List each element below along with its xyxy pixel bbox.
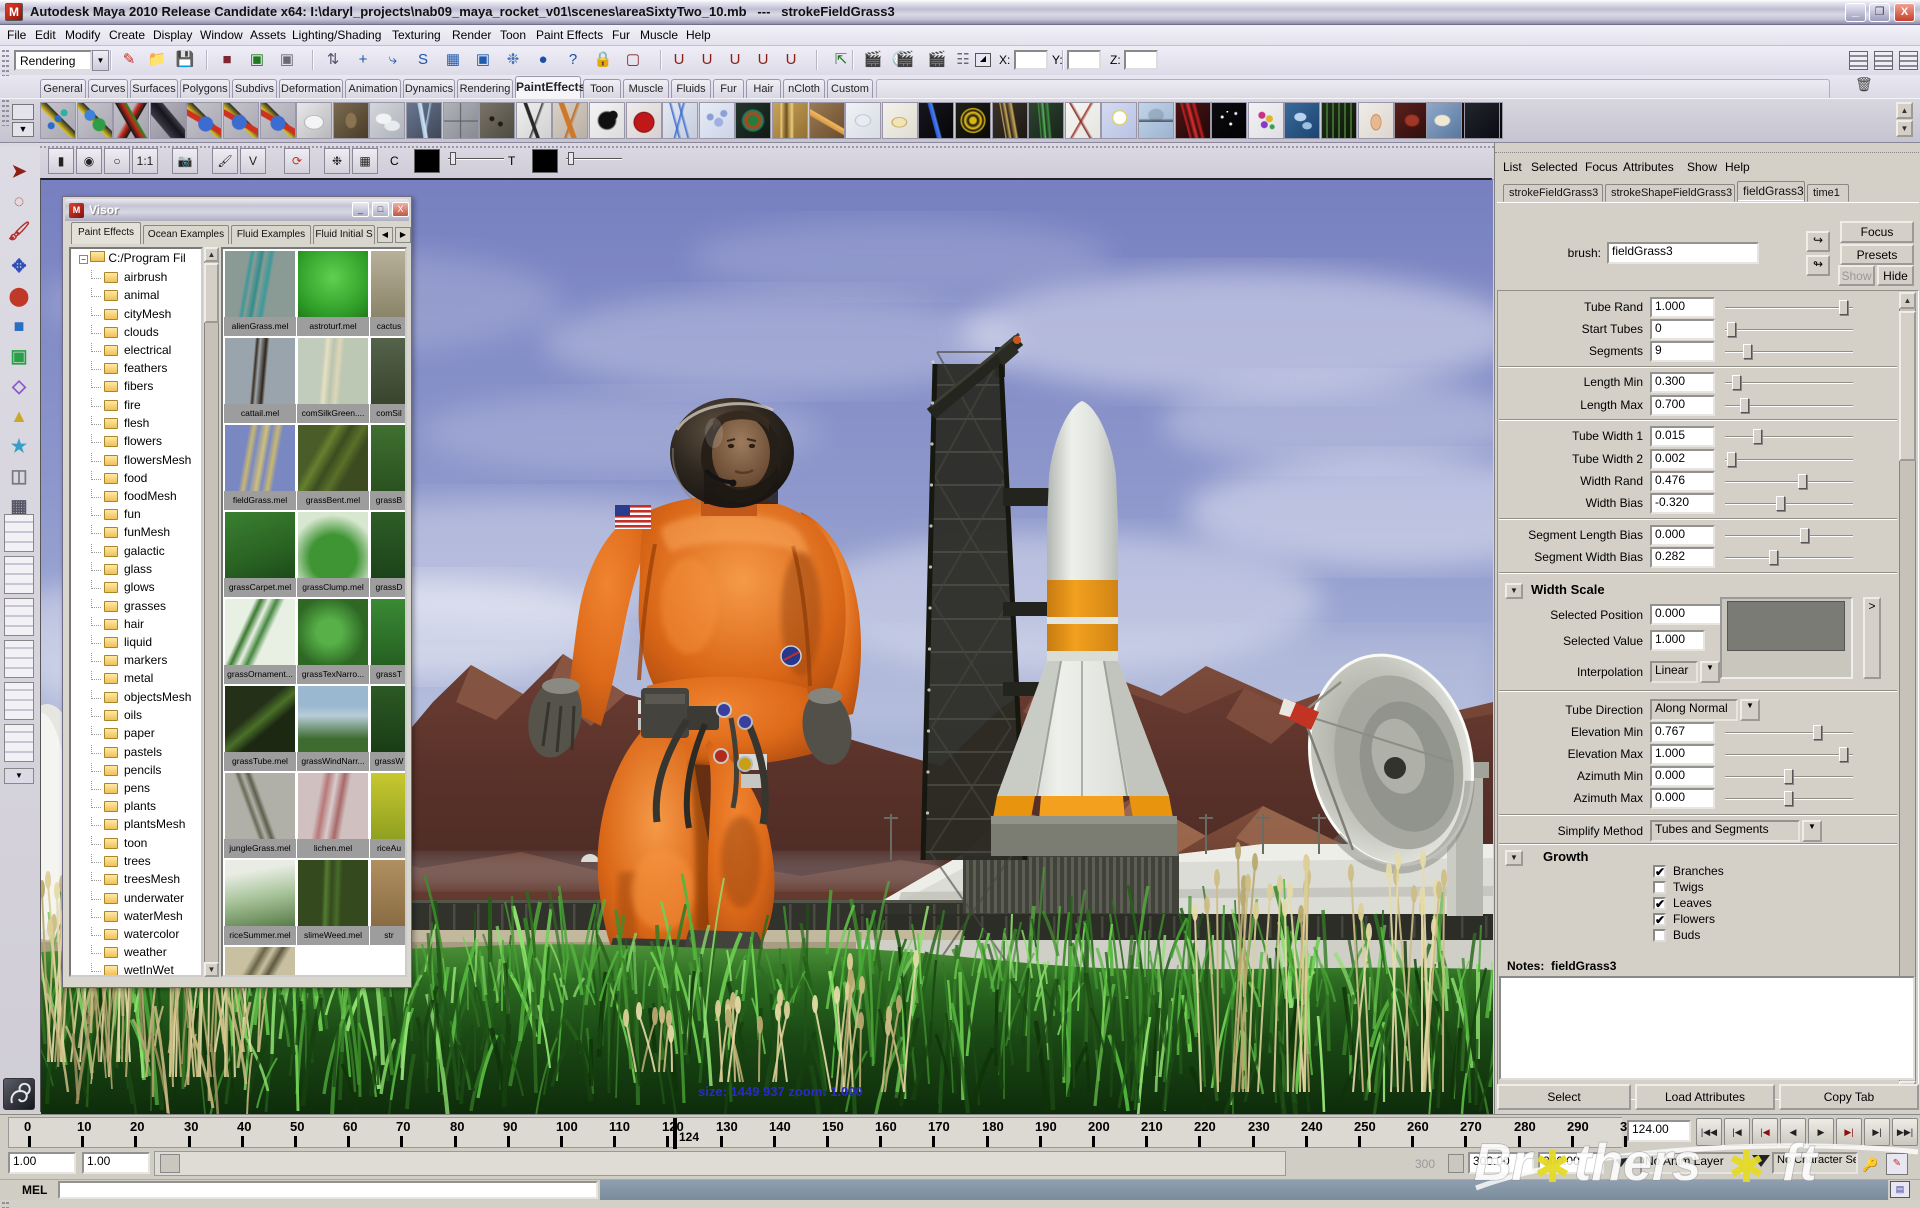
- svg-text:size: 1449 937 zoom: 1.000: size: 1449 937 zoom: 1.000: [698, 1084, 863, 1099]
